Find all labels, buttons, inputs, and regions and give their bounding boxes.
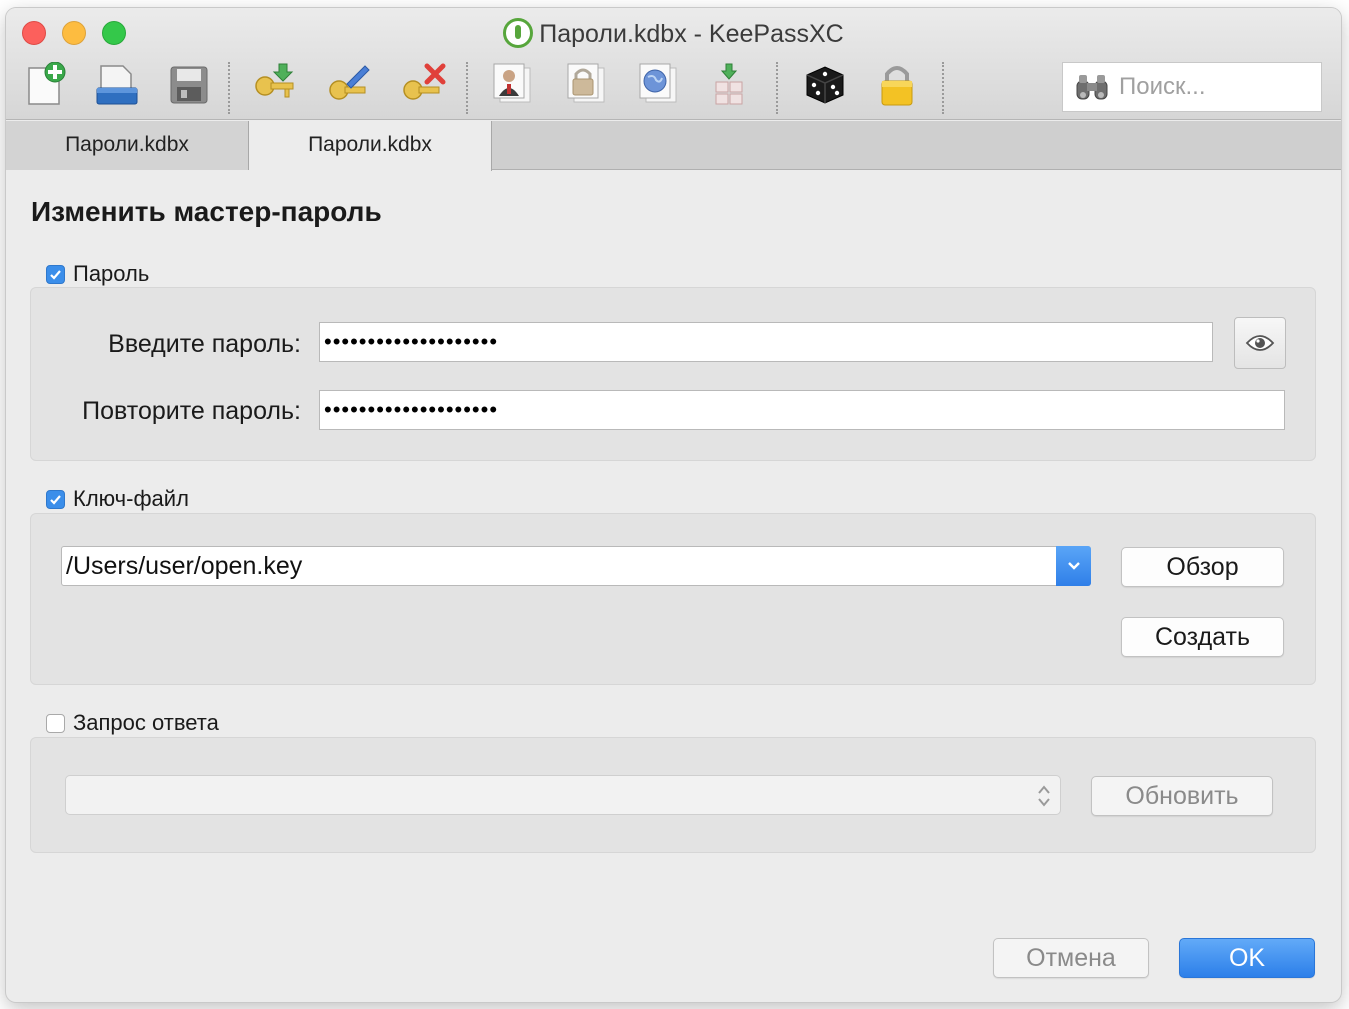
checkmark-icon <box>50 494 61 505</box>
challenge-group: Обновить <box>30 737 1316 853</box>
password-generator-icon <box>806 66 844 104</box>
edit-entry-button[interactable] <box>324 60 374 110</box>
copy-username-button[interactable] <box>488 60 538 110</box>
toolbar-separator <box>228 62 230 114</box>
add-entry-icon <box>255 63 294 98</box>
challenge-checkbox-row[interactable]: Запрос ответа <box>46 710 219 736</box>
password-generator-button[interactable] <box>800 60 850 110</box>
combo-dropdown-arrow[interactable] <box>1056 546 1091 586</box>
keyfile-checkbox-row[interactable]: Ключ-файл <box>46 486 189 512</box>
title-bar: Пароли.kdbx - KeePassXC <box>6 8 1341 120</box>
create-keyfile-button[interactable]: Создать <box>1121 617 1284 657</box>
delete-entry-button[interactable] <box>398 60 448 110</box>
new-database-button[interactable] <box>20 60 70 110</box>
database-tabs: Пароли.kdbx Пароли.kdbx <box>6 121 1341 171</box>
open-database-icon <box>96 65 138 105</box>
window-title-text: Пароли.kdbx - KeePassXC <box>539 20 844 48</box>
keyfile-group: /Users/user/open.key Обзор Создать <box>30 513 1316 685</box>
challenge-checkbox[interactable] <box>46 713 65 733</box>
browse-button[interactable]: Обзор <box>1121 547 1284 587</box>
open-url-button[interactable] <box>634 60 684 110</box>
lock-database-icon <box>881 66 913 106</box>
keyfile-checkbox[interactable] <box>46 489 65 509</box>
save-database-button[interactable] <box>164 60 214 110</box>
app-window: Пароли.kdbx - KeePassXC Поиск... Пароли.… <box>6 8 1341 1002</box>
autotype-button[interactable] <box>708 60 758 110</box>
toggle-password-visibility-button[interactable] <box>1234 317 1286 369</box>
up-down-arrows-icon <box>1038 785 1050 807</box>
tab-database-2[interactable]: Пароли.kdbx <box>249 121 492 171</box>
enter-password-field[interactable]: •••••••••••••••••••• <box>319 322 1213 362</box>
copy-password-icon <box>567 63 605 103</box>
dialog-heading: Изменить мастер-пароль <box>31 196 382 227</box>
keyfile-path-value: /Users/user/open.key <box>66 552 303 580</box>
autotype-icon <box>715 63 743 105</box>
keyfile-path-combo[interactable]: /Users/user/open.key <box>61 546 1091 586</box>
eye-icon <box>1245 335 1275 351</box>
window-title: Пароли.kdbx - KeePassXC <box>6 18 1341 49</box>
repeat-password-label: Повторите пароль: <box>82 397 301 425</box>
repeat-password-field[interactable]: •••••••••••••••••••• <box>319 390 1285 430</box>
password-checkbox[interactable] <box>46 264 65 284</box>
refresh-button[interactable]: Обновить <box>1091 776 1273 816</box>
new-database-icon <box>28 62 66 105</box>
enter-password-label: Введите пароль: <box>108 330 301 358</box>
chevron-down-icon <box>1067 562 1080 570</box>
password-checkbox-row[interactable]: Пароль <box>46 261 149 287</box>
checkmark-icon <box>50 269 61 280</box>
keyfile-checkbox-label: Ключ-файл <box>73 486 189 511</box>
lock-database-button[interactable] <box>872 60 922 110</box>
copy-username-icon <box>493 63 531 103</box>
toolbar-separator <box>466 62 468 114</box>
search-box[interactable] <box>1062 62 1322 112</box>
edit-entry-icon <box>329 65 370 100</box>
toolbar-separator <box>776 62 778 114</box>
add-entry-button[interactable] <box>250 60 300 110</box>
keepassxc-logo-icon <box>503 18 534 48</box>
challenge-checkbox-label: Запрос ответа <box>73 710 219 735</box>
delete-entry-icon <box>403 63 446 100</box>
copy-password-button[interactable] <box>562 60 612 110</box>
toolbar-separator <box>942 62 944 114</box>
search-input[interactable] <box>1119 71 1309 103</box>
open-database-button[interactable] <box>92 60 142 110</box>
password-group: Введите пароль: •••••••••••••••••••• Пов… <box>30 287 1316 461</box>
ok-button[interactable]: OK <box>1179 938 1315 978</box>
tab-database-1[interactable]: Пароли.kdbx <box>6 121 249 170</box>
password-checkbox-label: Пароль <box>73 261 150 286</box>
cancel-button[interactable]: Отмена <box>993 938 1149 978</box>
open-url-icon <box>639 63 677 103</box>
save-database-icon <box>170 66 208 104</box>
challenge-device-select[interactable] <box>65 775 1061 815</box>
binoculars-icon <box>1076 75 1108 100</box>
